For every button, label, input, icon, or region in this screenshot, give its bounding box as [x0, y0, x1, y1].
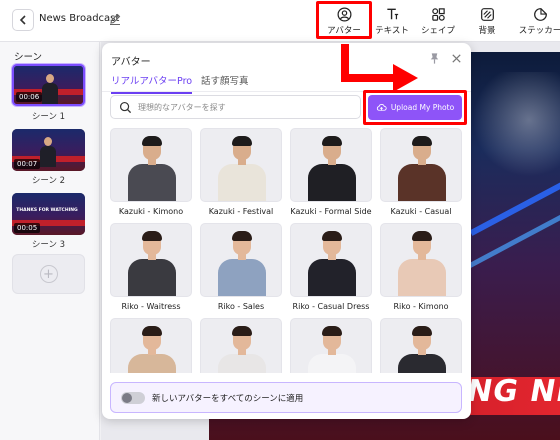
search-icon	[119, 101, 132, 114]
scene-duration: 00:05	[14, 223, 41, 233]
avatar-card[interactable]: Riko - Sales	[200, 223, 282, 311]
avatar-photo	[290, 128, 372, 202]
avatar-name: Riko - Kimono	[393, 302, 449, 311]
avatar-card[interactable]	[200, 318, 282, 373]
upload-my-photo-button[interactable]: Upload My Photo	[368, 95, 462, 120]
background-icon	[480, 8, 494, 21]
sticker-icon	[533, 8, 547, 21]
avatar-card[interactable]: Kazuki - Kimono	[110, 128, 192, 216]
sticker-tool-label: ステッカー	[518, 26, 560, 36]
pencil-icon[interactable]	[108, 12, 122, 26]
scene-label: シーン 2	[31, 176, 66, 186]
avatar-icon	[337, 7, 351, 22]
scene-thumbnail-1[interactable]: 00:06	[12, 64, 85, 106]
scene-thumbnail-2[interactable]: 00:07	[12, 129, 85, 171]
avatar-tool-label: アバター	[327, 26, 361, 36]
chevron-left-icon	[19, 15, 26, 25]
background-tool-button[interactable]: 背景	[461, 3, 513, 39]
avatar-name: Kazuki - Festival	[208, 207, 274, 216]
avatar-photo	[110, 128, 192, 202]
avatar-card[interactable]	[110, 318, 192, 373]
scene-duration: 00:06	[16, 92, 43, 102]
avatar-name: Kazuki - Kimono	[118, 207, 184, 216]
text-tool-button[interactable]: テキスト	[366, 3, 418, 39]
presenter-figure	[42, 74, 58, 104]
avatar-grid: Kazuki - Kimono Kazuki - Festival Kazuki -…	[110, 128, 466, 373]
scene-overlay-text: THANKS FOR WATCHING	[16, 208, 78, 213]
cloud-upload-icon	[376, 104, 387, 111]
toggle-knob	[122, 393, 132, 403]
background-tool-label: 背景	[478, 26, 496, 36]
scenes-panel: シーン 00:06 シーン 1 00:07 シーン 2 THANKS FOR W…	[0, 42, 100, 440]
avatar-photo	[290, 223, 372, 297]
text-icon	[386, 8, 398, 20]
apply-all-scenes-bar: 新しいアバターをすべてのシーンに適用	[110, 382, 462, 413]
avatar-photo	[110, 223, 192, 297]
scenes-title: シーン	[14, 52, 43, 63]
avatar-photo	[200, 128, 282, 202]
upload-highlight-box: Upload My Photo	[363, 90, 467, 125]
avatar-card[interactable]: Riko - Waitress	[110, 223, 192, 311]
apply-all-label: 新しいアバターをすべてのシーンに適用	[152, 394, 304, 404]
back-button[interactable]	[12, 9, 34, 31]
avatar-card[interactable]	[380, 318, 462, 373]
avatar-card[interactable]: Kazuki - Festival	[200, 128, 282, 216]
upload-label: Upload My Photo	[390, 103, 455, 112]
avatar-card[interactable]	[290, 318, 372, 373]
avatar-name: Kazuki - Formal Side	[290, 207, 372, 216]
scene-duration: 00:07	[14, 159, 41, 169]
close-icon[interactable]	[450, 52, 463, 65]
avatar-name: Riko - Waitress	[121, 302, 181, 311]
search-input[interactable]	[138, 99, 358, 115]
avatar-card[interactable]: Kazuki - Casual	[380, 128, 462, 216]
add-scene-button[interactable]: +	[12, 254, 85, 294]
shape-tool-label: シェイプ	[420, 26, 455, 36]
avatar-search-field[interactable]	[110, 95, 361, 119]
avatar-card[interactable]: Riko - Casual Dress	[290, 223, 372, 311]
ticker-text: NG NE	[463, 374, 560, 409]
tab-talking-photo[interactable]: 話す顔写真	[201, 73, 249, 92]
avatar-panel: アバター リアルアバターPro 話す顔写真 Upload My Photo Ka…	[102, 43, 471, 419]
avatar-photo	[290, 318, 372, 373]
scene-label: シーン 3	[31, 240, 66, 250]
apply-all-toggle[interactable]	[121, 392, 145, 404]
pin-icon[interactable]	[428, 52, 441, 65]
avatar-photo	[380, 318, 462, 373]
text-tool-label: テキスト	[375, 26, 409, 36]
avatar-tool-button[interactable]: アバター	[316, 1, 372, 39]
scene-label: シーン 1	[31, 112, 66, 122]
sticker-tool-button[interactable]: ステッカー	[510, 3, 560, 39]
avatar-photo	[110, 318, 192, 373]
presenter-figure	[40, 137, 56, 167]
avatar-name: Kazuki - Casual	[390, 207, 452, 216]
avatar-card[interactable]: Riko - Kimono	[380, 223, 462, 311]
avatar-name: Riko - Sales	[217, 302, 265, 311]
panel-title: アバター	[111, 57, 151, 68]
avatar-photo	[380, 128, 462, 202]
shape-tool-button[interactable]: シェイプ	[412, 3, 464, 39]
top-bar: News Broadcast アバター テキスト シェイプ 背景 ステッカー	[0, 0, 560, 42]
plus-icon: +	[39, 265, 58, 283]
avatar-card[interactable]: Kazuki - Formal Side	[290, 128, 372, 216]
scene-thumbnail-3[interactable]: THANKS FOR WATCHING 00:05	[12, 193, 85, 235]
avatar-photo	[200, 223, 282, 297]
avatar-photo	[200, 318, 282, 373]
avatar-photo	[380, 223, 462, 297]
avatar-name: Riko - Casual Dress	[292, 302, 370, 311]
shape-icon	[431, 8, 445, 21]
